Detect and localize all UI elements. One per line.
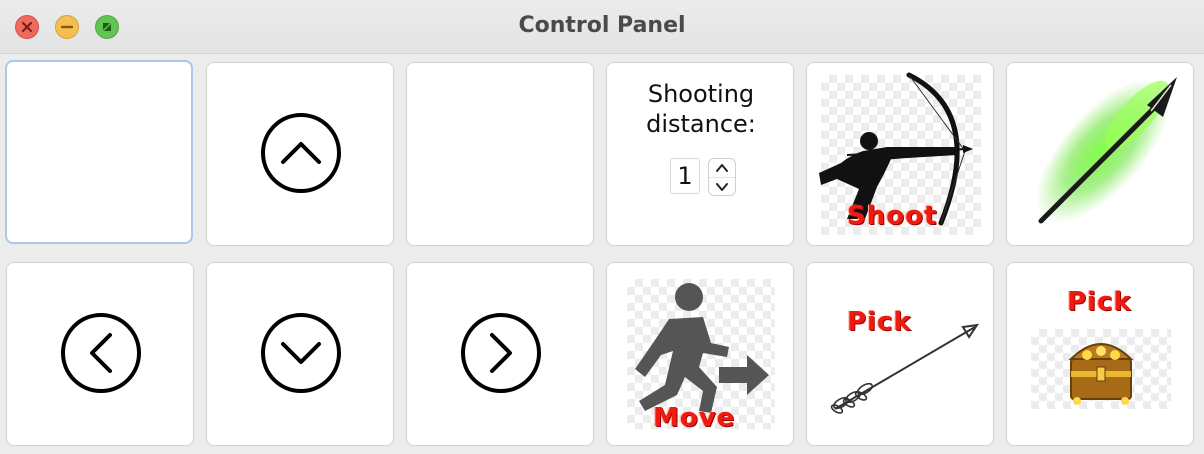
arrow-icon — [830, 323, 980, 414]
label-line-1: Shooting — [647, 80, 755, 108]
move-button[interactable]: Move — [606, 262, 794, 446]
move-label: Move — [653, 403, 736, 433]
blank-button[interactable] — [406, 62, 594, 246]
label-line-2: distance: — [646, 110, 756, 138]
shooting-distance-stepper — [708, 158, 736, 196]
pick-arrow-button[interactable]: Pick — [806, 262, 994, 446]
chevron-down-circle-icon — [261, 313, 341, 393]
chevron-left-circle-icon — [61, 313, 141, 393]
title-bar: Control Panel — [0, 0, 1204, 54]
glowing-arrow-icon — [1035, 77, 1177, 224]
shoot-label: Shoot — [847, 201, 938, 231]
blank-button[interactable] — [5, 60, 193, 244]
chevron-right-circle-icon — [461, 313, 541, 393]
move-down-button[interactable] — [206, 262, 394, 446]
stepper-up-button[interactable] — [709, 159, 735, 177]
chevron-down-icon — [716, 183, 728, 191]
shooting-distance-panel: Shooting distance: 1 — [606, 62, 794, 246]
arrow-image-button[interactable] — [1006, 62, 1194, 246]
shooting-distance-input[interactable]: 1 — [670, 158, 700, 194]
move-up-button[interactable] — [206, 62, 394, 246]
move-right-button[interactable] — [406, 262, 594, 446]
stepper-down-button[interactable] — [709, 177, 735, 195]
chevron-up-circle-icon — [261, 113, 341, 193]
treasure-chest-icon — [1068, 343, 1134, 405]
window-title: Control Panel — [518, 13, 686, 38]
chevron-up-icon — [716, 164, 728, 172]
shooting-distance-label: Shooting distance: — [607, 79, 795, 139]
move-left-button[interactable] — [6, 262, 194, 446]
pick-treasure-button[interactable]: Pick — [1006, 262, 1194, 446]
shoot-button[interactable]: Shoot — [806, 62, 994, 246]
